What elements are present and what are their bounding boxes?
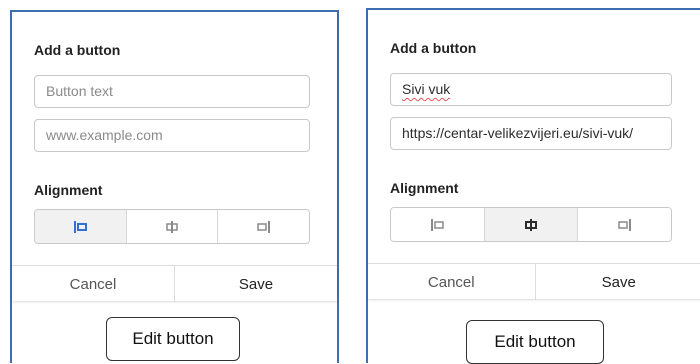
dialog-footer: Cancel Save: [368, 263, 700, 300]
button-text-input[interactable]: Button text: [34, 75, 310, 108]
dialog-title: Add a button: [390, 40, 476, 56]
alignment-selector: [34, 209, 310, 244]
alignment-label: Alignment: [390, 180, 458, 196]
align-right-button[interactable]: [578, 208, 671, 241]
right-panel-frame: Add a button Sivi vuk https://centar-vel…: [366, 8, 700, 363]
left-panel-frame: Add a button Button text www.example.com…: [10, 10, 339, 363]
cancel-button[interactable]: Cancel: [368, 264, 536, 300]
align-left-button[interactable]: [391, 208, 485, 241]
align-center-button[interactable]: [485, 208, 579, 241]
align-left-button[interactable]: [35, 210, 127, 243]
button-text-value: Sivi vuk: [402, 81, 450, 97]
align-center-icon: [523, 218, 539, 232]
align-right-icon: [617, 218, 633, 232]
alignment-label: Alignment: [34, 182, 102, 198]
align-right-button[interactable]: [218, 210, 309, 243]
dialog-footer: Cancel Save: [12, 265, 337, 302]
align-left-icon: [72, 220, 88, 234]
edit-button[interactable]: Edit button: [466, 320, 604, 364]
save-button[interactable]: Save: [175, 266, 337, 302]
align-right-icon: [256, 220, 272, 234]
dialog-title: Add a button: [34, 42, 120, 58]
url-input[interactable]: https://centar-velikezvijeri.eu/sivi-vuk…: [390, 117, 672, 150]
align-center-icon: [164, 220, 180, 234]
edit-button[interactable]: Edit button: [106, 317, 240, 361]
button-text-input[interactable]: Sivi vuk: [390, 73, 672, 106]
alignment-selector: [390, 207, 672, 242]
cancel-button[interactable]: Cancel: [12, 266, 175, 302]
save-button[interactable]: Save: [536, 264, 700, 300]
add-button-dialog: Add a button Sivi vuk https://centar-vel…: [368, 10, 700, 299]
add-button-dialog: Add a button Button text www.example.com…: [12, 12, 337, 301]
align-left-icon: [429, 218, 445, 232]
url-input[interactable]: www.example.com: [34, 119, 310, 152]
align-center-button[interactable]: [127, 210, 219, 243]
